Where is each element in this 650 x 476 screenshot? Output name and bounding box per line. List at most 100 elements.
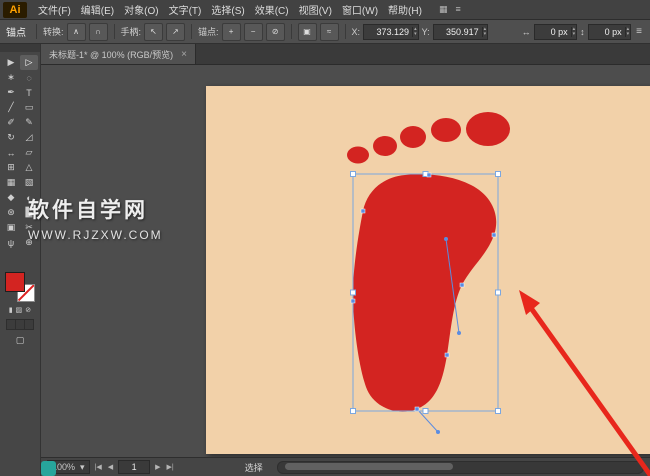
tool-free-transform-icon[interactable]: ▱ (20, 145, 38, 160)
y-coordinate-field[interactable]: 350.917 ▴▾ (433, 24, 489, 40)
screen-mode-button[interactable]: ▢ (16, 335, 25, 346)
tool-blend-icon[interactable]: ◐ (20, 190, 38, 205)
tool-zoom-icon[interactable]: ⊕ (20, 235, 38, 250)
app-logo-icon: Ai (3, 2, 27, 18)
horizontal-scrollbar[interactable] (277, 461, 644, 474)
add-anchor-button[interactable]: + (222, 23, 241, 41)
menu-edit[interactable]: 编辑(E) (76, 0, 119, 19)
footprint-big-toe[interactable] (466, 112, 510, 146)
tool-pen-icon[interactable]: ✒ (2, 85, 20, 100)
show-handles-button[interactable]: ↖ (144, 23, 163, 41)
width-stepper[interactable]: ▴▾ (571, 27, 577, 37)
anchor-point[interactable] (427, 173, 431, 177)
gradient-mode-icon[interactable]: ▨ (16, 306, 23, 314)
footprint-sole-shape[interactable] (353, 174, 496, 411)
menu-object[interactable]: 对象(O) (119, 0, 163, 19)
color-mode-icon[interactable]: ▮ (9, 306, 13, 314)
prev-artboard-button[interactable]: ◀ (107, 463, 114, 471)
menu-bar: Ai 文件(F) 编辑(E) 对象(O) 文字(T) 选择(S) 效果(C) 视… (0, 0, 650, 20)
illustrator-window: Ai 文件(F) 编辑(E) 对象(O) 文字(T) 选择(S) 效果(C) 视… (0, 0, 650, 476)
last-artboard-button[interactable]: ▶| (166, 463, 175, 471)
footprint-toe-2[interactable] (373, 136, 397, 156)
tool-perspective-grid-icon[interactable]: △ (20, 160, 38, 175)
workspace-switcher-icon[interactable]: ≡ (455, 4, 460, 15)
tool-mesh-icon[interactable]: ▦ (2, 175, 20, 190)
document-tab[interactable]: 未标题-1* @ 100% (RGB/预览) × (41, 44, 196, 64)
anchor-point[interactable] (460, 283, 464, 287)
selection-handle-sw[interactable] (351, 409, 356, 414)
x-stepper[interactable]: ▴▾ (412, 27, 418, 37)
cut-path-button[interactable]: ⊘ (266, 23, 285, 41)
anchor-point[interactable] (351, 299, 355, 303)
tool-selection-icon[interactable]: ▶ (2, 55, 20, 70)
tool-lasso-icon[interactable]: ◌ (20, 70, 38, 85)
x-coordinate-field[interactable]: 373.129 ▴▾ (363, 24, 419, 40)
horizontal-scrollbar-thumb[interactable] (285, 463, 453, 470)
tab-close-icon[interactable]: × (181, 49, 187, 60)
width-field[interactable]: 0 px ▴▾ (534, 24, 578, 40)
hide-handles-button[interactable]: ↗ (166, 23, 185, 41)
footprint-toe-4[interactable] (431, 118, 461, 142)
tool-gradient-icon[interactable]: ▧ (20, 175, 38, 190)
tool-eyedropper-icon[interactable]: ◆ (2, 190, 20, 205)
footprint-toe-1[interactable] (347, 147, 369, 164)
selection-handle-w[interactable] (351, 290, 356, 295)
arrange-documents-icon[interactable]: ▦ (439, 4, 448, 15)
tool-line-segment-icon[interactable]: ╱ (2, 100, 20, 115)
first-artboard-button[interactable]: |◀ (94, 463, 103, 471)
tool-scale-icon[interactable]: ◿ (20, 130, 38, 145)
tool-type-icon[interactable]: T (20, 85, 38, 100)
y-coordinate-value[interactable]: 350.917 (434, 27, 482, 37)
drawing-modes-button[interactable] (6, 319, 34, 330)
anchor-point[interactable] (415, 407, 419, 411)
x-coordinate-value[interactable]: 373.129 (364, 27, 412, 37)
height-field[interactable]: 0 px ▴▾ (588, 24, 632, 40)
tool-magic-wand-icon[interactable]: ∗ (2, 70, 20, 85)
fill-color-swatch[interactable] (5, 272, 25, 292)
menu-window[interactable]: 窗口(W) (337, 0, 383, 19)
tool-pencil-icon[interactable]: ✎ (20, 115, 38, 130)
tool-rectangle-icon[interactable]: ▭ (20, 100, 38, 115)
tool-rotate-icon[interactable]: ↻ (2, 130, 20, 145)
menu-file[interactable]: 文件(F) (33, 0, 76, 19)
control-panel-menu-icon[interactable]: ≡ (634, 26, 644, 37)
convert-to-smooth-button[interactable]: ∩ (89, 23, 108, 41)
anchor-point[interactable] (445, 353, 449, 357)
canvas-area[interactable] (41, 65, 650, 457)
tool-symbol-sprayer-icon[interactable]: ⊛ (2, 205, 20, 220)
footprint-toes[interactable] (347, 112, 510, 164)
selection-handle-e[interactable] (496, 290, 501, 295)
anchor-point[interactable] (492, 233, 496, 237)
menu-help[interactable]: 帮助(H) (383, 0, 427, 19)
selection-handle-nw[interactable] (351, 172, 356, 177)
tools-panel-header[interactable] (0, 44, 40, 52)
footprint-toe-3[interactable] (400, 126, 426, 148)
artboard-number-field[interactable]: 1 (118, 460, 150, 474)
select-similar-button[interactable]: ≈ (320, 23, 339, 41)
y-stepper[interactable]: ▴▾ (482, 27, 488, 37)
width-value[interactable]: 0 px (535, 27, 571, 37)
tool-hand-icon[interactable]: ψ (2, 235, 20, 250)
next-artboard-button[interactable]: ▶ (154, 463, 161, 471)
menu-view[interactable]: 视图(V) (294, 0, 337, 19)
tool-column-graph-icon[interactable]: ▙ (20, 205, 38, 220)
menu-effect[interactable]: 效果(C) (250, 0, 294, 19)
tool-width-icon[interactable]: ↔ (2, 145, 20, 160)
none-mode-icon[interactable]: ⊘ (25, 306, 31, 314)
anchor-point[interactable] (361, 209, 365, 213)
tool-artboard-icon[interactable]: ▣ (2, 220, 20, 235)
selection-handle-se[interactable] (496, 409, 501, 414)
menu-select[interactable]: 选择(S) (206, 0, 249, 19)
convert-to-corner-button[interactable]: ∧ (67, 23, 86, 41)
tool-shape-builder-icon[interactable]: ⊞ (2, 160, 20, 175)
height-stepper[interactable]: ▴▾ (625, 27, 631, 37)
tool-direct-selection-icon[interactable]: ▷ (20, 55, 38, 70)
remove-anchor-button[interactable]: − (244, 23, 263, 41)
selection-handle-s[interactable] (423, 409, 428, 414)
isolate-selection-button[interactable]: ▣ (298, 23, 317, 41)
tool-paintbrush-icon[interactable]: ✐ (2, 115, 20, 130)
selection-handle-ne[interactable] (496, 172, 501, 177)
tool-slice-icon[interactable]: ✂ (20, 220, 38, 235)
height-value[interactable]: 0 px (589, 27, 625, 37)
menu-type[interactable]: 文字(T) (164, 0, 207, 19)
